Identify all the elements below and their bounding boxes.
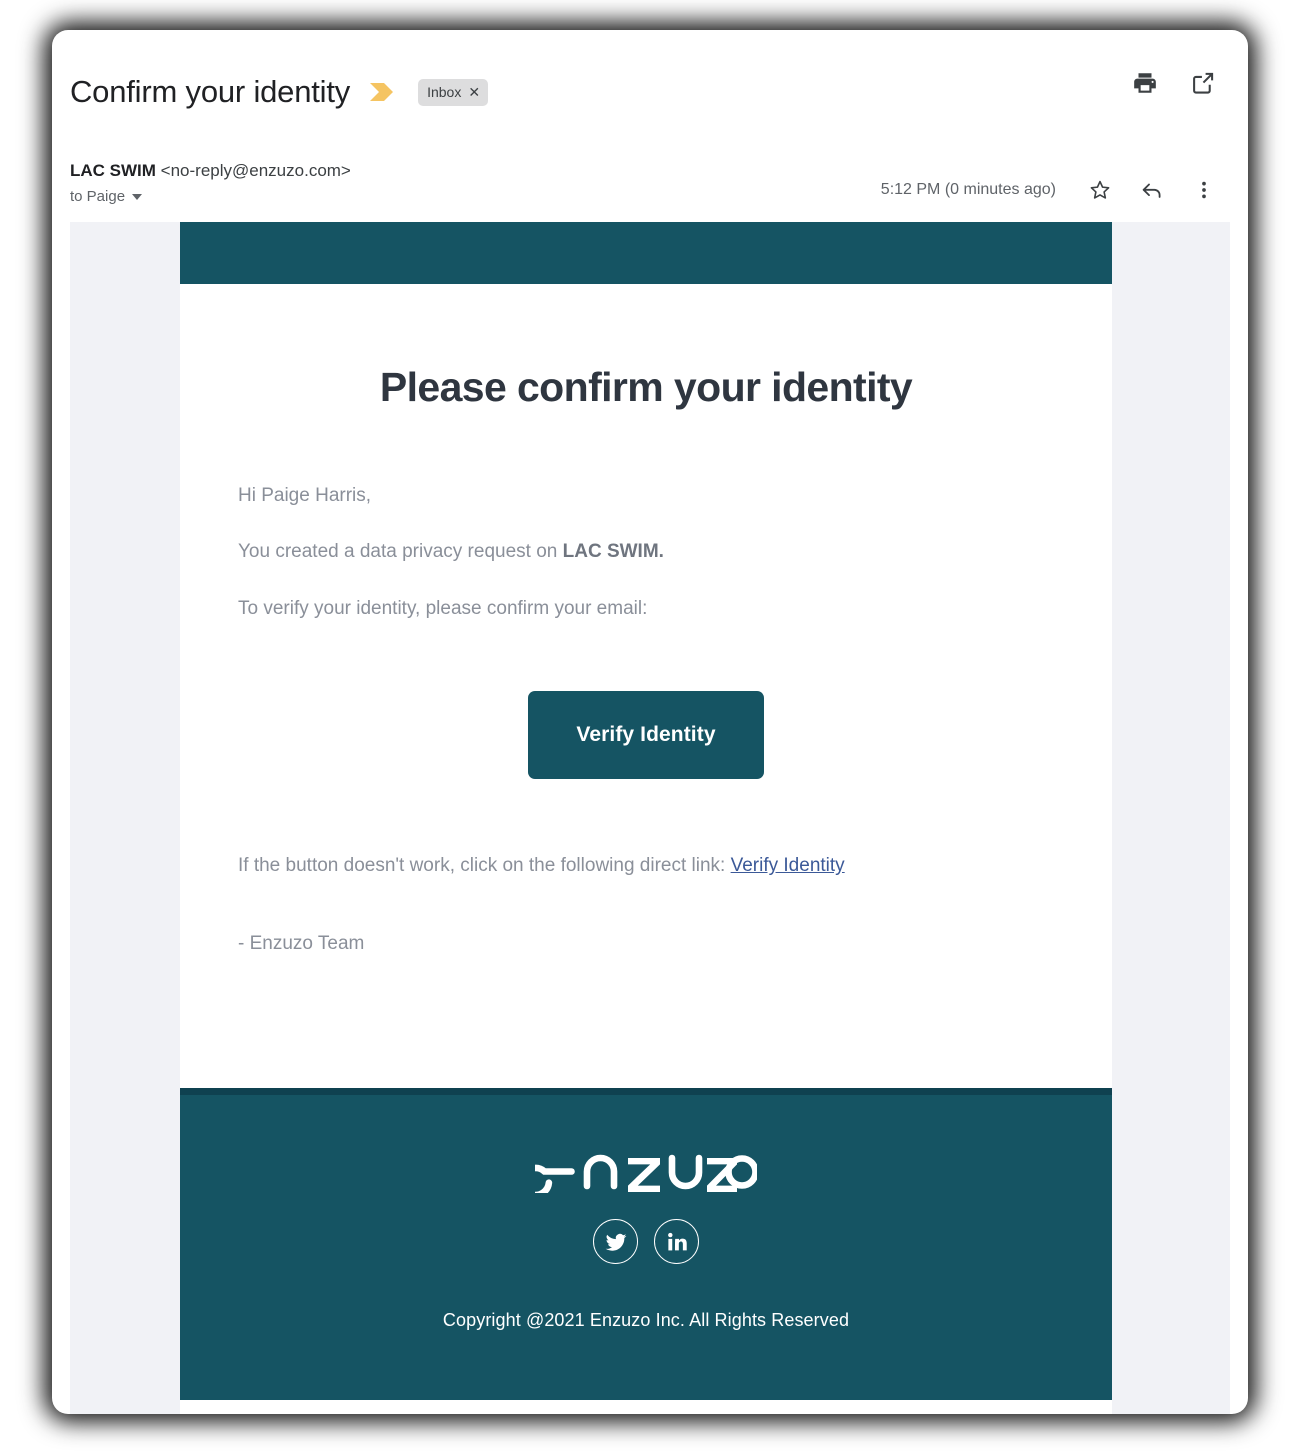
email-request-line: You created a data privacy request on LA… bbox=[238, 537, 1054, 566]
recipient-label: to Paige bbox=[70, 188, 126, 205]
open-in-new-window-icon[interactable] bbox=[1190, 70, 1216, 96]
email-signoff: - Enzuzo Team bbox=[238, 932, 365, 954]
email-top-band bbox=[180, 222, 1112, 284]
content-bottom-spacer bbox=[238, 958, 1054, 1088]
email-content: Please confirm your identity Hi Paige Ha… bbox=[180, 284, 1112, 1089]
header-actions bbox=[1132, 70, 1216, 96]
verify-identity-link[interactable]: Verify Identity bbox=[731, 855, 845, 876]
email-fallback-prefix: If the button doesn't work, click on the… bbox=[238, 855, 731, 877]
important-chevron-icon[interactable] bbox=[368, 82, 396, 102]
email-heading: Please confirm your identity bbox=[379, 364, 913, 410]
linkedin-icon[interactable] bbox=[654, 1219, 699, 1265]
social-links bbox=[180, 1219, 1112, 1265]
message-timestamp: 5:12 PM (0 minutes ago) bbox=[880, 181, 1056, 198]
star-icon[interactable] bbox=[1088, 178, 1112, 202]
print-icon[interactable] bbox=[1132, 70, 1158, 96]
subject-row: Confirm your identity Inbox ✕ bbox=[70, 66, 1230, 118]
email-message-card: Confirm your identity Inbox ✕ LAC SWIM <… bbox=[52, 30, 1248, 1414]
label-chip-text: Inbox bbox=[427, 83, 462, 100]
more-options-icon[interactable] bbox=[1192, 178, 1216, 202]
cta-container: Verify Identity bbox=[238, 691, 1054, 780]
email-request-prefix: You created a data privacy request on bbox=[238, 541, 563, 563]
footer-copyright: Copyright @2021 Enzuzo Inc. All Rights R… bbox=[442, 1310, 850, 1331]
enzuzo-logo bbox=[180, 1141, 1112, 1194]
screenshot-stage: Confirm your identity Inbox ✕ LAC SWIM <… bbox=[0, 0, 1300, 1453]
sender-name[interactable]: LAC SWIM bbox=[70, 161, 156, 180]
label-chip-inbox[interactable]: Inbox ✕ bbox=[418, 78, 489, 106]
email-body-region: Please confirm your identity Hi Paige Ha… bbox=[70, 222, 1230, 1414]
page-title: Confirm your identity bbox=[70, 74, 351, 109]
email-brand-name: LAC SWIM. bbox=[562, 541, 664, 563]
reply-icon[interactable] bbox=[1140, 178, 1164, 202]
close-x-icon[interactable]: ✕ bbox=[468, 85, 480, 99]
email-verify-instruction: To verify your identity, please confirm … bbox=[238, 597, 648, 619]
message-meta-actions: 5:12 PM (0 minutes ago) bbox=[881, 178, 1216, 202]
sender-email[interactable]: <no-reply@enzuzo.com> bbox=[161, 161, 351, 180]
email-footer: Copyright @2021 Enzuzo Inc. All Rights R… bbox=[180, 1088, 1112, 1401]
verify-identity-button[interactable]: Verify Identity bbox=[528, 691, 764, 780]
email-template: Please confirm your identity Hi Paige Ha… bbox=[180, 222, 1112, 1414]
email-greeting: Hi Paige Harris, bbox=[238, 485, 372, 506]
chevron-down-icon[interactable] bbox=[132, 193, 143, 200]
email-fallback-line: If the button doesn't work, click on the… bbox=[238, 851, 1054, 880]
twitter-icon[interactable] bbox=[593, 1219, 638, 1265]
